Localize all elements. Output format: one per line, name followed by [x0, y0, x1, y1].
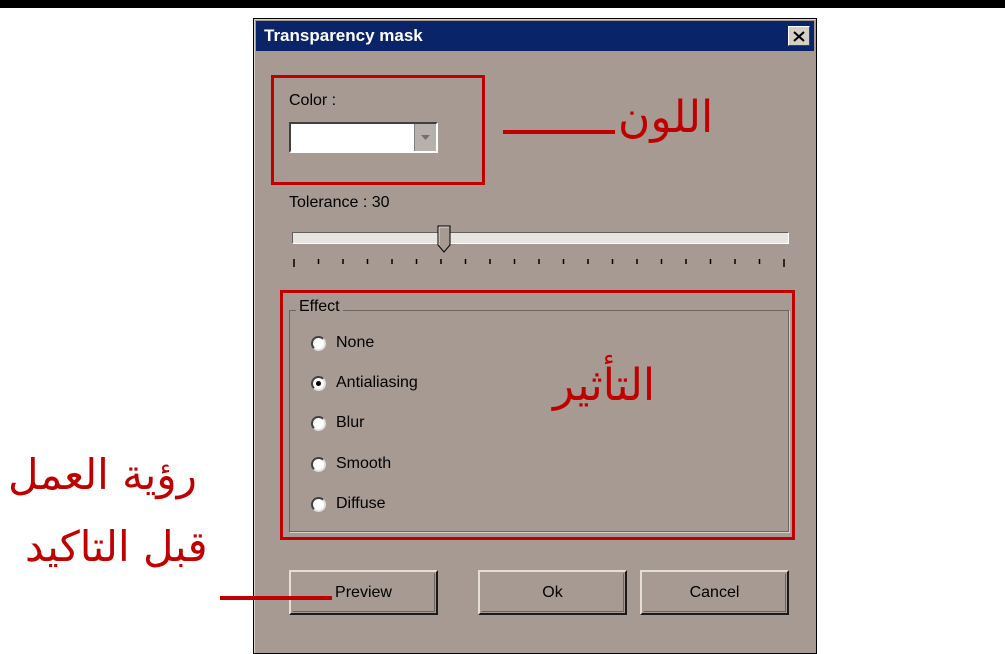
tolerance-label: Tolerance : 30	[289, 194, 390, 211]
close-icon	[793, 30, 805, 42]
tolerance-slider-thumb[interactable]	[437, 225, 451, 253]
close-button[interactable]	[788, 26, 810, 46]
preview-annotation-line2: قبل التاكيد	[25, 522, 208, 571]
color-pointer-line	[503, 130, 615, 134]
preview-annotation-line1: رؤية العمل	[8, 450, 197, 499]
color-highlight-box	[271, 75, 485, 185]
cancel-button[interactable]: Cancel	[640, 570, 789, 615]
preview-pointer-line	[220, 596, 332, 600]
effect-highlight-box	[280, 290, 795, 540]
ok-button[interactable]: Ok	[478, 570, 627, 615]
color-annotation: اللون	[618, 92, 714, 143]
effect-annotation: التأثير	[553, 360, 656, 411]
title-bar: Transparency mask	[256, 21, 814, 51]
preview-button[interactable]: Preview	[289, 570, 438, 615]
top-border	[0, 0, 1005, 8]
tolerance-slider-track[interactable]	[292, 232, 789, 244]
tolerance-slider-ticks	[293, 259, 785, 267]
dialog-title: Transparency mask	[264, 26, 423, 45]
